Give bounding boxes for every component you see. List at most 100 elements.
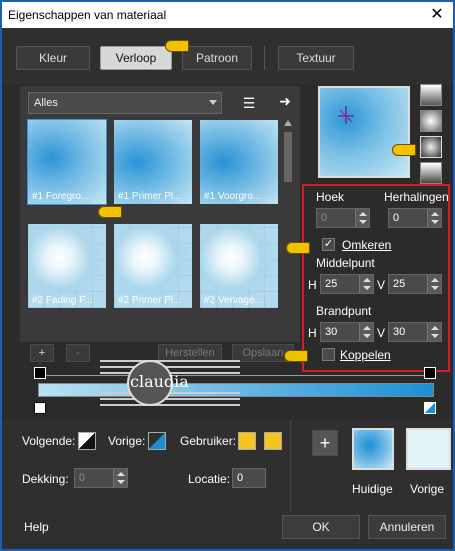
previous-gradient-swatch[interactable] — [406, 428, 451, 470]
spinner-arrows-icon[interactable] — [359, 275, 373, 293]
center-point-label: Middelpunt — [316, 256, 375, 270]
gradient-grid: #1 Foregro... #1 Primer Pl... #1 Voorgro… — [27, 119, 280, 332]
category-value: Alles — [34, 97, 58, 109]
spinner-arrows-icon[interactable] — [113, 469, 127, 487]
opacity-spinner[interactable]: 0 — [74, 468, 128, 488]
location-value: 0 — [237, 472, 244, 484]
category-dropdown[interactable]: Alles — [28, 92, 222, 114]
tab-kleur[interactable]: Kleur — [16, 46, 90, 70]
link-label[interactable]: Koppelen — [340, 348, 391, 362]
close-icon[interactable]: ✕ — [425, 4, 449, 26]
opacity-label: Dekking: — [22, 472, 69, 486]
focal-v-value: 30 — [393, 326, 406, 338]
add-to-swatches-button[interactable]: + — [312, 430, 338, 456]
pointer-hand-icon — [284, 350, 308, 362]
color-stop-bottom-right[interactable] — [424, 402, 436, 414]
linear-style-icon[interactable] — [420, 84, 442, 106]
angle-spinner[interactable]: 0 — [316, 208, 370, 228]
panel-divider — [290, 420, 291, 512]
foreground-swatch[interactable] — [78, 432, 96, 450]
focal-h-label: H — [308, 326, 317, 340]
previous-swatch[interactable] — [148, 432, 166, 450]
color-options-panel: Volgende: Vorige: Gebruiker: Dekking: 0 … — [2, 420, 453, 512]
center-crosshair-icon — [338, 106, 354, 124]
radial-style-icon[interactable] — [420, 162, 442, 184]
focal-v-label: V — [377, 326, 386, 340]
angle-label: Hoek — [316, 190, 345, 204]
previous-caption: Vorige — [410, 482, 445, 496]
center-h-value: 25 — [325, 278, 338, 290]
gradient-item-label: #1 Foregro... — [32, 191, 90, 202]
tab-bar: Kleur Verloop Patroon Textuur — [2, 28, 453, 84]
center-v-label: V — [377, 278, 386, 292]
library-scrollbar[interactable] — [283, 120, 293, 332]
color-stop-top-right[interactable] — [424, 367, 436, 379]
tab-patroon[interactable]: Patroon — [182, 46, 252, 70]
gradient-item-5[interactable]: #2 Primer Pl... — [114, 224, 192, 308]
center-v-value: 25 — [393, 278, 406, 290]
spinner-arrows-icon[interactable] — [427, 323, 441, 341]
pointer-hand-icon — [392, 144, 416, 156]
arrow-right-icon[interactable]: ➜ — [276, 92, 294, 110]
tab-verloop[interactable]: Verloop — [100, 46, 172, 70]
user-swatch-1[interactable] — [238, 432, 256, 450]
gradient-item-label: #2 Vervage... — [204, 295, 263, 306]
current-label: Huidige — [352, 482, 393, 496]
opacity-value: 0 — [79, 472, 86, 484]
color-stop-top-left[interactable] — [34, 367, 46, 379]
gradient-item-2[interactable]: #1 Primer Pl... — [114, 120, 192, 204]
gradient-item-3[interactable]: #1 Voorgro... — [200, 120, 278, 204]
location-label: Locatie: — [188, 472, 231, 486]
ok-button[interactable]: OK — [282, 515, 360, 539]
cancel-button[interactable]: Annuleren — [368, 515, 446, 539]
gradient-item-1[interactable]: #1 Foregro... — [27, 119, 107, 205]
gradient-item-6[interactable]: #2 Vervage... — [200, 224, 278, 308]
scroll-thumb[interactable] — [284, 132, 292, 182]
pointer-hand-icon — [165, 40, 189, 52]
repeats-spinner[interactable]: 0 — [388, 208, 442, 228]
spinner-arrows-icon[interactable] — [427, 275, 441, 293]
center-h-label: H — [308, 278, 317, 292]
angle-value: 0 — [321, 212, 328, 224]
repeats-label: Herhalingen — [384, 190, 449, 204]
invert-label[interactable]: Omkeren — [342, 238, 391, 252]
gradient-item-4[interactable]: #2 Fading F... — [28, 224, 106, 308]
previous-label: Vorige: — [108, 434, 146, 448]
chevron-down-icon — [209, 100, 217, 105]
center-v-spinner[interactable]: 25 — [388, 274, 442, 294]
watermark-text: claudia — [130, 372, 189, 391]
add-gradient-button[interactable]: + — [30, 344, 54, 362]
center-h-spinner[interactable]: 25 — [320, 274, 374, 294]
gradient-item-label: #2 Primer Pl... — [118, 295, 182, 306]
repeats-value: 0 — [393, 212, 400, 224]
focal-point-label: Brandpunt — [316, 304, 372, 318]
spinner-arrows-icon[interactable] — [359, 323, 373, 341]
gradient-item-label: #1 Primer Pl... — [118, 191, 182, 202]
user-swatch-2[interactable] — [264, 432, 282, 450]
focal-h-spinner[interactable]: 30 — [320, 322, 374, 342]
gradient-item-label: #1 Voorgro... — [204, 191, 262, 202]
tab-textuur[interactable]: Textuur — [278, 46, 354, 70]
pointer-hand-icon — [286, 242, 310, 254]
tab-separator — [264, 46, 265, 70]
gradient-item-label: #2 Fading F... — [32, 295, 93, 306]
focal-v-spinner[interactable]: 30 — [388, 322, 442, 342]
spinner-arrows-icon[interactable] — [355, 209, 369, 227]
gradient-preview[interactable] — [318, 86, 410, 178]
remove-gradient-button[interactable]: - — [66, 344, 90, 362]
current-gradient-swatch[interactable] — [352, 428, 394, 470]
invert-checkbox[interactable]: ✓ — [322, 238, 335, 251]
window-title: Eigenschappen van materiaal — [8, 8, 167, 22]
user-label: Gebruiker: — [180, 434, 237, 448]
color-stop-bottom-left[interactable] — [34, 402, 46, 414]
foreground-label: Volgende: — [22, 434, 76, 448]
help-link[interactable]: Help — [24, 520, 49, 534]
scroll-up-icon[interactable] — [284, 120, 292, 126]
title-bar: Eigenschappen van materiaal ✕ — [2, 2, 453, 28]
rectangular-style-icon[interactable] — [420, 110, 442, 132]
sunburst-style-icon[interactable] — [420, 136, 442, 158]
location-field[interactable]: 0 — [232, 468, 266, 488]
link-checkbox[interactable] — [322, 348, 335, 361]
spinner-arrows-icon[interactable] — [427, 209, 441, 227]
list-view-icon[interactable]: ☰ — [240, 94, 258, 112]
